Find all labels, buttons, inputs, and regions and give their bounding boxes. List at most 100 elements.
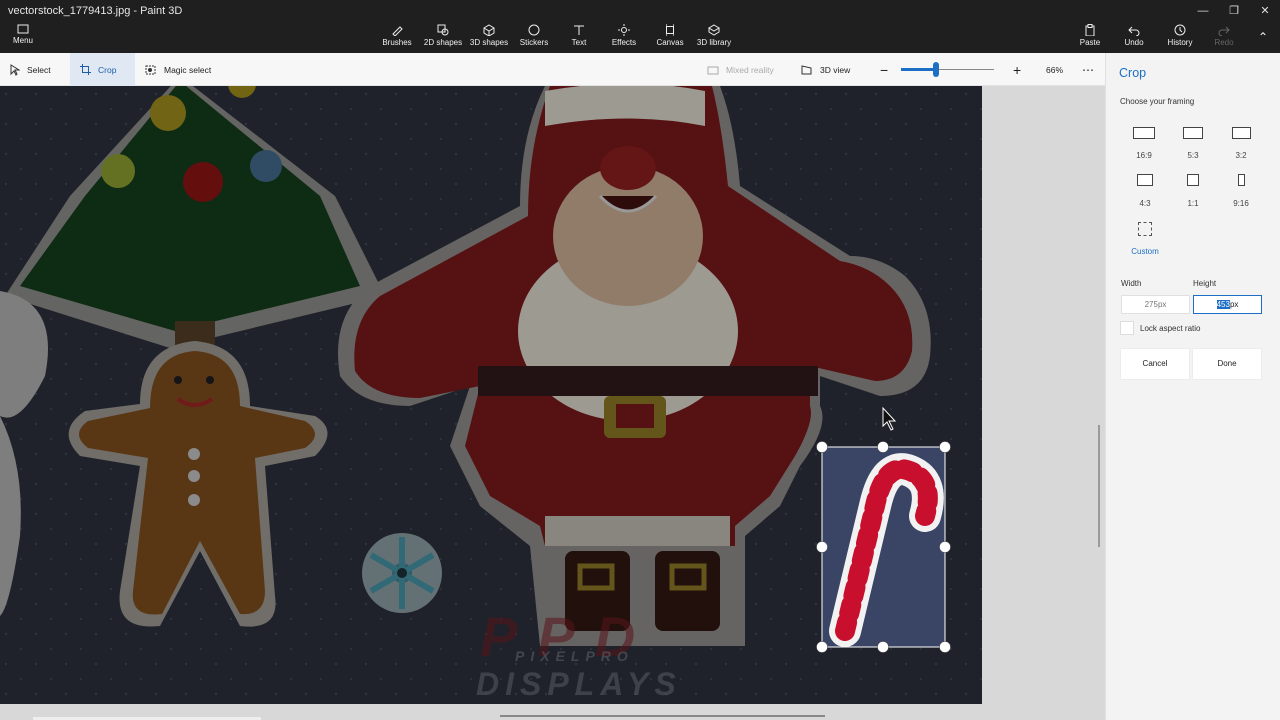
library-3d-button[interactable]: 3D library <box>696 24 732 52</box>
zoom-slider-thumb[interactable] <box>933 62 940 77</box>
collapse-ribbon-chevron-up-icon[interactable]: ⌃ <box>1254 24 1272 52</box>
redo-button[interactable]: Redo <box>1212 24 1236 52</box>
aspect-16-9-icon <box>1133 127 1155 139</box>
canvas-label: Canvas <box>656 38 684 47</box>
lock-aspect-checkbox[interactable] <box>1120 321 1134 335</box>
vertical-scroll-thumb[interactable] <box>1098 425 1100 547</box>
zoom-level: 66% <box>1046 64 1064 75</box>
library-3d-label: 3D library <box>696 38 732 47</box>
canvas-icon <box>666 24 674 36</box>
redo-label: Redo <box>1214 38 1234 47</box>
library-icon <box>708 24 720 36</box>
more-options-icon[interactable]: ⋯ <box>1072 53 1104 86</box>
cursor-icon <box>10 63 20 76</box>
framing-subtitle: Choose your framing <box>1120 97 1195 106</box>
select-tool[interactable]: Select <box>0 53 61 86</box>
panel-title: Crop <box>1119 66 1147 80</box>
effects-label: Effects <box>611 38 637 47</box>
framing-3-2[interactable]: 3:2 <box>1221 127 1261 171</box>
undo-button[interactable]: Undo <box>1122 24 1146 52</box>
height-unit: px <box>1229 300 1239 309</box>
stickers-button[interactable]: Stickers <box>516 24 552 52</box>
text-icon <box>574 25 584 35</box>
shapes-3d-button[interactable]: 3D shapes <box>468 24 510 52</box>
horizontal-scroll-thumb[interactable] <box>500 715 825 717</box>
history-button[interactable]: History <box>1166 24 1194 52</box>
horizontal-scrollbar[interactable] <box>0 704 1105 720</box>
minimize-button[interactable]: — <box>1188 2 1218 20</box>
mixed-reality-button[interactable]: Mixed reality <box>697 53 784 86</box>
maximize-button[interactable]: ❐ <box>1219 2 1249 20</box>
zoom-slider[interactable] <box>901 62 994 77</box>
text-label: Text <box>571 38 587 47</box>
effects-icon <box>618 24 630 36</box>
shapes-2d-icon <box>437 24 449 36</box>
mixed-reality-icon <box>707 66 719 74</box>
zoom-in-button[interactable]: + <box>1003 53 1031 86</box>
mixed-reality-label: Mixed reality <box>726 64 774 75</box>
brush-icon <box>392 26 403 36</box>
title-bar: vectorstock_1779413.jpg - Paint 3D — ❐ ✕ <box>0 0 1280 22</box>
effects-button[interactable]: Effects <box>608 24 640 52</box>
paste-label: Paste <box>1079 38 1101 47</box>
aspect-5-3-icon <box>1183 127 1203 139</box>
redo-icon <box>1218 26 1230 36</box>
stickers-label: Stickers <box>519 38 549 47</box>
undo-icon <box>1128 26 1140 36</box>
view-3d-label: 3D view <box>820 64 851 75</box>
canvas-button[interactable]: Canvas <box>654 24 686 52</box>
framing-16-9[interactable]: 16:9 <box>1124 127 1164 171</box>
crop-panel: Crop Choose your framing 16:9 5:3 3:2 4:… <box>1098 53 1280 720</box>
crop-toolbar: Select Crop Magic select Mixed reality 3… <box>0 53 1105 86</box>
undo-label: Undo <box>1124 38 1144 47</box>
watermark-text-3: DISPLAYS <box>476 666 682 702</box>
aspect-1-1-icon <box>1187 174 1199 186</box>
canvas-artwork: PPD <box>0 86 982 704</box>
text-button[interactable]: Text <box>566 24 592 52</box>
framing-custom[interactable]: Custom <box>1125 222 1165 266</box>
close-button[interactable]: ✕ <box>1250 2 1280 20</box>
height-selected-value: 453 <box>1216 300 1230 309</box>
workspace-background <box>982 86 1105 704</box>
aspect-4-3-icon <box>1137 174 1153 186</box>
width-field[interactable]: 275px <box>1121 295 1190 314</box>
ribbon: Menu Brushes 2D shapes 3D shapes Sticker… <box>0 22 1280 53</box>
view-3d-icon <box>801 64 812 74</box>
canvas-area[interactable]: PPD PIXELPRO DISPLAYS <box>0 86 982 704</box>
menu-icon <box>17 24 29 34</box>
shapes-3d-label: 3D shapes <box>469 38 509 47</box>
watermark-text-2: PIXELPRO <box>515 648 634 664</box>
sticker-icon <box>528 24 540 36</box>
shapes-2d-button[interactable]: 2D shapes <box>422 24 464 52</box>
custom-frame-icon <box>1138 222 1152 236</box>
framing-9-16[interactable]: 9:16 <box>1221 174 1261 218</box>
aspect-9-16-icon <box>1237 174 1245 186</box>
view-3d-button[interactable]: 3D view <box>791 53 860 86</box>
framing-1-1[interactable]: 1:1 <box>1173 174 1213 218</box>
menu-button[interactable]: Menu <box>8 24 38 52</box>
magic-select-label: Magic select <box>164 64 212 75</box>
shapes-2d-label: 2D shapes <box>423 38 463 47</box>
cancel-button[interactable]: Cancel <box>1120 348 1190 380</box>
done-button[interactable]: Done <box>1192 348 1262 380</box>
menu-label: Menu <box>12 36 33 45</box>
lock-aspect-label: Lock aspect ratio <box>1140 324 1201 333</box>
framing-4-3[interactable]: 4:3 <box>1125 174 1165 218</box>
height-field[interactable]: 453px <box>1193 295 1262 314</box>
history-icon <box>1174 24 1186 36</box>
history-label: History <box>1167 38 1193 47</box>
brushes-button[interactable]: Brushes <box>380 24 414 52</box>
crop-icon <box>80 64 91 75</box>
select-label: Select <box>27 64 51 75</box>
candy-cane-sticker <box>822 447 945 647</box>
framing-5-3[interactable]: 5:3 <box>1173 127 1213 171</box>
height-label: Height <box>1193 279 1217 288</box>
aspect-3-2-icon <box>1231 127 1251 139</box>
paste-icon <box>1085 24 1095 36</box>
crop-tool[interactable]: Crop <box>70 53 135 86</box>
cube-icon <box>483 24 495 36</box>
zoom-out-button[interactable]: − <box>870 53 898 86</box>
magic-select-icon <box>145 65 156 74</box>
magic-select-tool[interactable]: Magic select <box>135 53 221 86</box>
paste-button[interactable]: Paste <box>1077 24 1103 52</box>
